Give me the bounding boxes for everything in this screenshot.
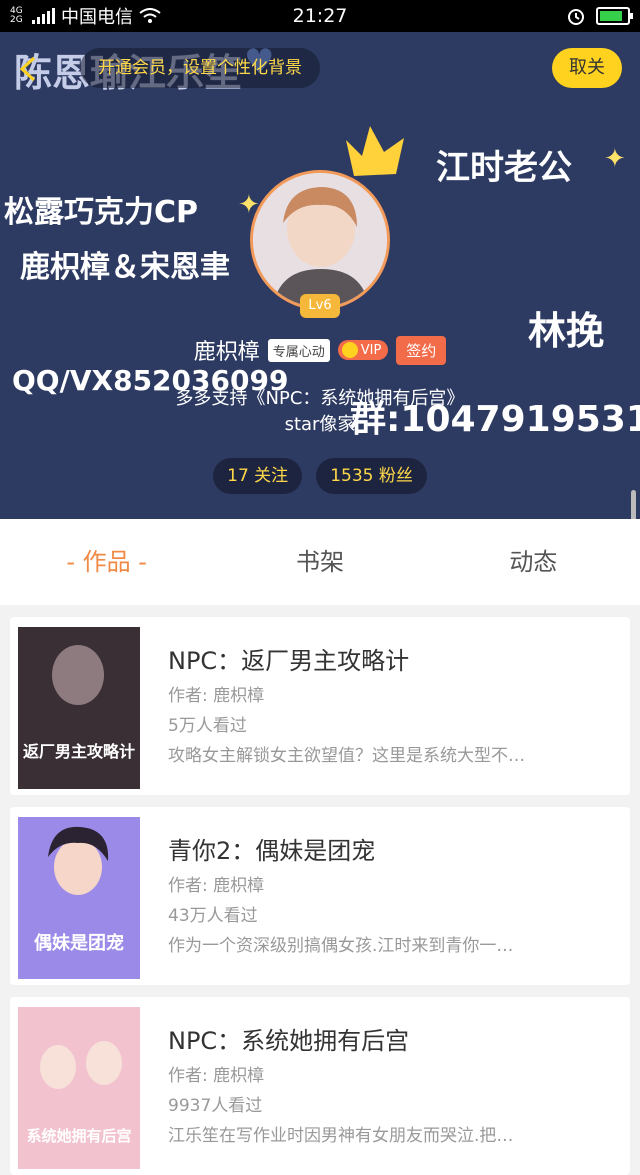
book-description: 作为一个资深级别搞偶女孩.江时来到青你一… [168,936,514,956]
book-cover[interactable]: 系统她拥有后宫 [18,1007,140,1169]
book-card[interactable]: 系统她拥有后宫 NPC：系统她拥有后宫 作者: 鹿枳樟 9937人看过 江乐笙在… [10,997,630,1175]
book-card[interactable]: 偶妹是团宠 青你2：偶妹是团宠 作者: 鹿枳樟 43万人看过 作为一个资深级别搞… [10,807,630,985]
sparkle-icon: ✦ [604,144,626,174]
book-cover[interactable]: 偶妹是团宠 [18,817,140,979]
clock: 21:27 [292,5,348,27]
profile-header: 陈恩瑜江乐笙 ♥ 松露巧克力CP ✦ 鹿枳樟＆宋恩聿 江时老公 ✦ 林挽 QQ/… [0,32,640,519]
book-cover[interactable]: 返厂男主攻略计 [18,627,140,789]
status-bar: 4G 2G 中国电信 21:27 [0,0,640,32]
book-title[interactable]: NPC：返厂男主攻略计 [168,641,409,676]
book-cover-title: 系统她拥有后宫 [26,1127,131,1145]
book-card[interactable]: 返厂男主攻略计 NPC：返厂男主攻略计 作者: 鹿枳樟 5万人看过 攻略女主解锁… [10,617,630,795]
level-badge: Lv6 [300,294,340,318]
tab-activity[interactable]: 动态 [427,519,640,605]
unfollow-button[interactable]: 取关 [552,48,622,88]
crown-icon [346,126,404,176]
background-text: 鹿枳樟＆宋恩聿 [20,250,230,285]
fans-count[interactable]: 1535 粉丝 [316,458,427,494]
book-author: 作者: 鹿枳樟 [168,1066,265,1086]
username: 鹿枳樟 [193,340,260,365]
book-author: 作者: 鹿枳樟 [168,686,265,706]
background-text: 松露巧克力CP [4,195,199,230]
back-icon[interactable] [14,54,44,84]
profile-bio: 多多支持《NPC：系统她拥有后宫》 star像家 [175,388,465,435]
book-description: 江乐笙在写作业时因男神有女朋友而哭泣.把… [168,1126,514,1146]
book-cover-title: 返厂男主攻略计 [23,742,135,761]
book-title[interactable]: NPC：系统她拥有后宫 [168,1021,409,1056]
battery-icon [596,7,633,25]
book-description: 攻略女主解锁女主欲望值？这里是系统大型不… [168,746,525,766]
vip-badge: VIP [337,340,389,360]
tab-bookshelf[interactable]: 书架 [213,519,426,605]
book-title[interactable]: 青你2：偶妹是团宠 [168,831,375,866]
book-read-count: 5万人看过 [168,716,247,736]
following-count[interactable]: 17 关注 [213,458,303,494]
book-read-count: 43万人看过 [168,906,258,926]
crown-icon [341,342,358,358]
tab-works[interactable]: - 作品 - [0,519,213,605]
background-text: 江时老公 [436,148,572,188]
avatar[interactable] [250,170,390,310]
book-read-count: 9937人看过 [168,1096,263,1116]
special-tag: 专属心动 [267,338,330,362]
book-author: 作者: 鹿枳樟 [168,876,265,896]
book-cover-title: 偶妹是团宠 [34,932,124,954]
signed-badge: 签约 [396,335,447,365]
profile-tabs: - 作品 - 书架 动态 [0,519,640,605]
customize-background-button[interactable]: 开通会员，设置个性化背景 [80,48,320,88]
